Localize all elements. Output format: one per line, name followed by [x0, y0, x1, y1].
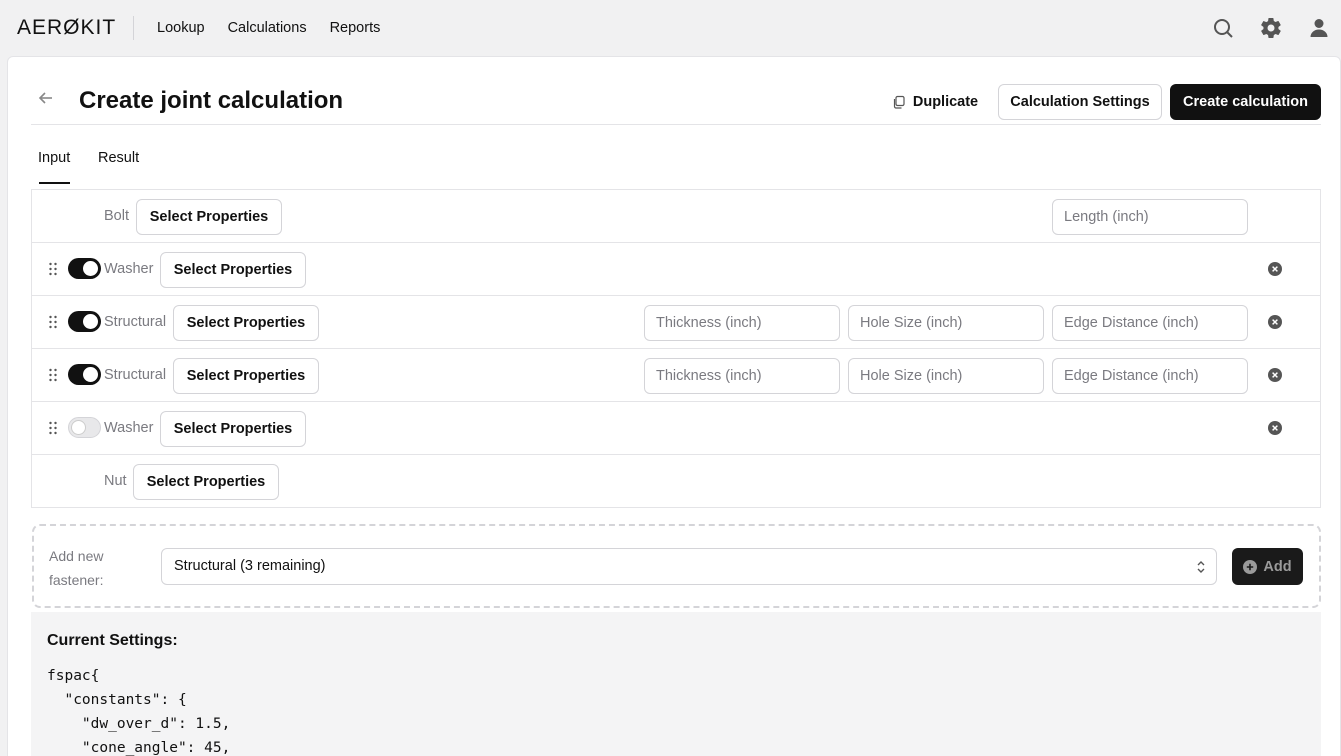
fastener-row-bolt: Bolt Select Properties	[32, 190, 1320, 243]
hole-size-field[interactable]	[848, 305, 1044, 341]
drag-handle-icon[interactable]	[48, 262, 58, 276]
fastener-row-structural: Structural Select Properties	[32, 349, 1320, 402]
nav-calculations[interactable]: Calculations	[228, 20, 307, 36]
plus-circle-icon	[1243, 559, 1258, 574]
edge-distance-field[interactable]	[1052, 305, 1248, 341]
current-settings-panel: Current Settings: fspac{ "constants": { …	[31, 612, 1321, 756]
select-properties-button[interactable]: Select Properties	[136, 199, 282, 235]
remove-icon[interactable]	[1268, 315, 1282, 329]
select-properties-button[interactable]: Select Properties	[160, 411, 306, 447]
app-logo[interactable]: AERØKIT	[17, 16, 116, 40]
row-type-label: Nut	[104, 473, 127, 489]
add-fastener-label: Add new fastener:	[49, 548, 104, 588]
fastener-type-select[interactable]: Structural (3 remaining)	[161, 548, 1217, 585]
gear-icon[interactable]	[1259, 16, 1283, 40]
select-properties-button[interactable]: Select Properties	[160, 252, 306, 288]
duplicate-button[interactable]: Duplicate	[885, 84, 985, 120]
fastener-row-nut: Nut Select Properties	[32, 455, 1320, 508]
divider	[133, 16, 134, 40]
structural-toggle[interactable]	[68, 364, 101, 385]
fastener-type-value: Structural (3 remaining)	[174, 558, 326, 574]
user-icon[interactable]	[1307, 16, 1331, 40]
create-calculation-button[interactable]: Create calculation	[1170, 84, 1321, 120]
nav-lookup[interactable]: Lookup	[157, 20, 205, 36]
search-icon[interactable]	[1211, 16, 1235, 40]
structural-toggle[interactable]	[68, 311, 101, 332]
fastener-stack-table: Bolt Select Properties Washer Select Pro…	[31, 189, 1321, 508]
copy-icon	[893, 95, 905, 109]
active-tab-indicator	[39, 182, 70, 184]
thickness-field[interactable]	[644, 305, 840, 341]
row-type-label: Washer	[104, 420, 154, 436]
chevron-up-down-icon	[1197, 561, 1205, 573]
divider	[31, 124, 1321, 125]
page-title: Create joint calculation	[79, 87, 344, 114]
thickness-field[interactable]	[644, 358, 840, 394]
length-field[interactable]	[1052, 199, 1248, 235]
duplicate-label: Duplicate	[912, 94, 979, 110]
tab-input[interactable]: Input	[38, 150, 70, 166]
settings-code-block: fspac{ "constants": { "dw_over_d": 1.5, …	[47, 668, 231, 756]
row-type-label: Structural	[104, 367, 167, 383]
add-button-label: Add	[1263, 558, 1292, 575]
add-fastener-panel: Add new fastener: Structural (3 remainin…	[32, 524, 1321, 608]
fastener-row-washer: Washer Select Properties	[32, 402, 1320, 455]
remove-icon[interactable]	[1268, 368, 1282, 382]
fastener-row-washer: Washer Select Properties	[32, 243, 1320, 296]
back-arrow-icon[interactable]	[33, 88, 59, 114]
remove-icon[interactable]	[1268, 421, 1282, 435]
edge-distance-field[interactable]	[1052, 358, 1248, 394]
remove-icon[interactable]	[1268, 262, 1282, 276]
washer-toggle[interactable]	[68, 258, 101, 279]
row-type-label: Structural	[104, 314, 167, 330]
drag-handle-icon[interactable]	[48, 315, 58, 329]
select-properties-button[interactable]: Select Properties	[173, 358, 319, 394]
fastener-row-structural: Structural Select Properties	[32, 296, 1320, 349]
row-type-label: Bolt	[104, 208, 129, 224]
drag-handle-icon[interactable]	[48, 421, 58, 435]
washer-toggle[interactable]	[68, 417, 101, 438]
calculation-settings-button[interactable]: Calculation Settings	[998, 84, 1162, 120]
drag-handle-icon[interactable]	[48, 368, 58, 382]
settings-title: Current Settings:	[47, 632, 178, 649]
top-navbar: AERØKIT Lookup Calculations Reports	[0, 0, 1341, 56]
select-properties-button[interactable]: Select Properties	[173, 305, 319, 341]
nav-reports[interactable]: Reports	[330, 20, 381, 36]
hole-size-field[interactable]	[848, 358, 1044, 394]
tab-result[interactable]: Result	[98, 150, 139, 166]
main-nav: Lookup Calculations Reports	[157, 20, 403, 36]
row-type-label: Washer	[104, 261, 154, 277]
select-properties-button[interactable]: Select Properties	[133, 464, 279, 500]
add-fastener-button[interactable]: Add	[1232, 548, 1303, 585]
